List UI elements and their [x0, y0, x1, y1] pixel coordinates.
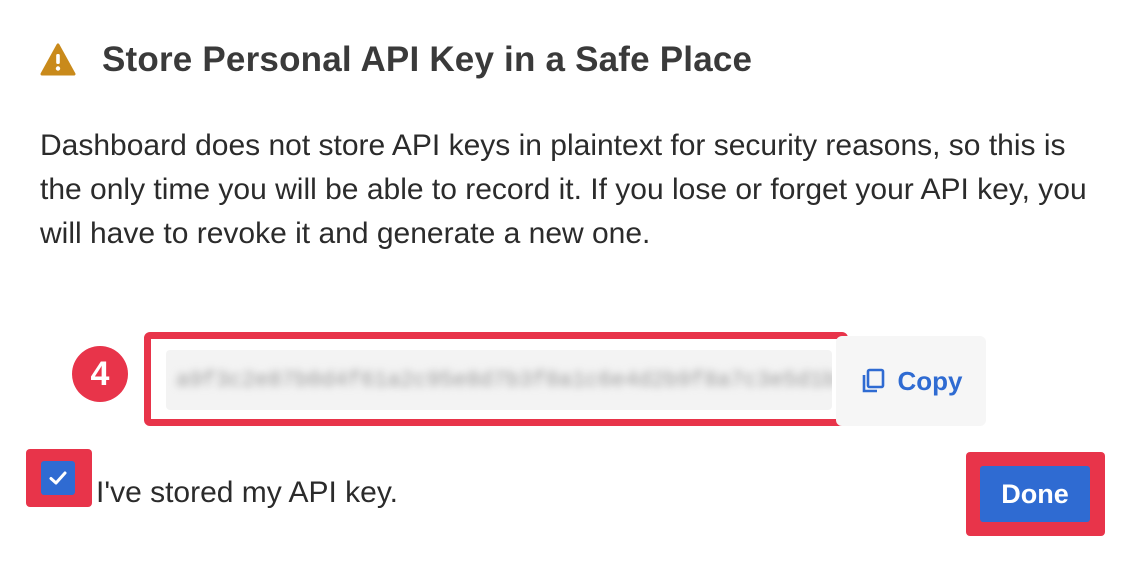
- dialog-description: Dashboard does not store API keys in pla…: [40, 129, 1087, 250]
- checkmark-icon: [49, 471, 67, 485]
- api-key-field[interactable]: a9f3c2e87b0d4f61a2c95e8d7b3f0a1c6e4d2b9f…: [166, 350, 832, 410]
- step-number-badge: 4: [72, 346, 128, 402]
- api-key-value: a9f3c2e87b0d4f61a2c95e8d7b3f0a1c6e4d2b9f…: [176, 367, 832, 393]
- dialog-title: Store Personal API Key in a Safe Place: [102, 40, 753, 79]
- copy-icon: [860, 368, 886, 394]
- stored-key-checkbox-label: I've stored my API key.: [96, 476, 398, 509]
- dialog-header: Store Personal API Key in a Safe Place: [40, 40, 752, 80]
- copy-button-label: Copy: [897, 365, 963, 396]
- api-key-dialog: Store Personal API Key in a Safe Place D…: [0, 0, 1135, 579]
- warning-triangle-icon: [40, 42, 76, 78]
- stored-key-checkbox[interactable]: [41, 461, 75, 495]
- done-button[interactable]: Done: [980, 466, 1090, 522]
- copy-button[interactable]: Copy: [836, 336, 986, 426]
